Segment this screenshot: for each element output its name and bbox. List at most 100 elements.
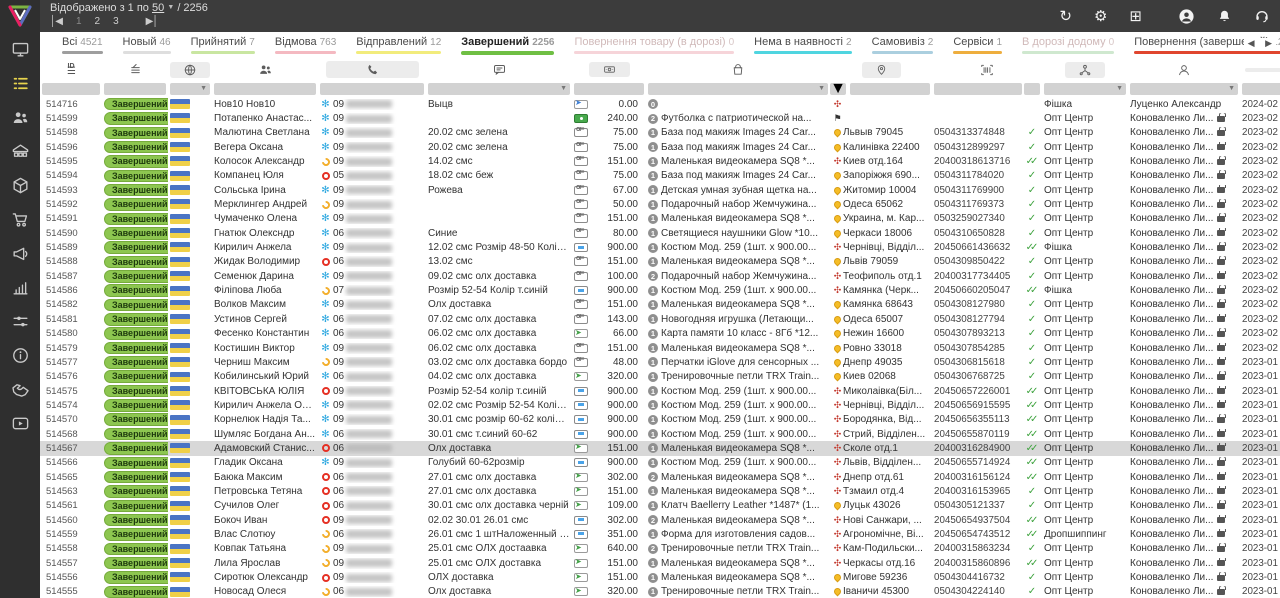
sidebar-item-marketing[interactable] xyxy=(0,236,40,270)
tab-в-дорозі-додому[interactable]: В дорозі додому0 xyxy=(1012,32,1124,54)
tab-завершений[interactable]: Завершений2256 xyxy=(451,32,564,55)
sidebar-item-tutorials[interactable] xyxy=(0,406,40,440)
table-row[interactable]: 514559 Завершений Влас Слотюу 06 26.01 с… xyxy=(40,527,1280,541)
sidebar-item-clients[interactable] xyxy=(0,100,40,134)
column-header-city[interactable] xyxy=(830,59,932,80)
column-header-id[interactable]: ID☰ xyxy=(40,59,102,80)
table-row[interactable]: 514575 Завершений КВІТОВСЬКА ЮЛІЯ 09 Роз… xyxy=(40,384,1280,398)
tab-нема-в-наявності[interactable]: Нема в наявності2 xyxy=(744,32,861,54)
sidebar-item-settings[interactable] xyxy=(0,304,40,338)
column-header-manager[interactable] xyxy=(1128,59,1240,80)
filter-city[interactable] xyxy=(850,83,930,95)
column-header-date[interactable] xyxy=(1240,59,1280,80)
table-row[interactable]: 514580 Завершений Фесенко Константин ✻ 0… xyxy=(40,327,1280,341)
tabs-scroll-arrows[interactable]: ◀ ▶ xyxy=(1244,38,1276,49)
sidebar-item-orders[interactable] xyxy=(0,66,40,100)
page-button[interactable]: 1 xyxy=(76,16,81,27)
table-row[interactable]: 514596 Завершений Вегера Оксана ✻ 09 20.… xyxy=(40,140,1280,154)
table-row[interactable]: 514561 Завершений Сучилов Олег 06 30.01 … xyxy=(40,499,1280,513)
tab-повернення-товару-в-дорозі-[interactable]: Повернення товару (в дорозі)0 xyxy=(564,32,744,54)
table-row[interactable]: 514570 Завершений Корнелюк Надія Та... ✻… xyxy=(40,413,1280,427)
page-button[interactable]: 3 xyxy=(113,16,118,27)
filter-ttn-status[interactable] xyxy=(1024,83,1040,95)
tab-новый[interactable]: Новый46 xyxy=(113,32,181,54)
table-row[interactable]: 514589 Завершений Кирилич Анжела ✻ 09 12… xyxy=(40,240,1280,254)
sidebar-item-analytics[interactable] xyxy=(0,270,40,304)
notifications-button[interactable] xyxy=(1217,8,1232,24)
column-header-ttn[interactable] xyxy=(932,59,1042,80)
table-row[interactable]: 514591 Завершений Чумаченко Олена ✻ 09 1… xyxy=(40,212,1280,226)
filter-date[interactable] xyxy=(1242,83,1280,95)
table-row[interactable]: 514593 Завершений Сольська Ірина ✻ 09 Ро… xyxy=(40,183,1280,197)
table-row[interactable]: 514716 Завершений Нов10 Нов10 ✻ 09 Выцв … xyxy=(40,97,1280,111)
filter-payment[interactable] xyxy=(574,83,644,95)
sidebar-item-partners[interactable] xyxy=(0,372,40,406)
table-row[interactable]: 514588 Завершений Жидак Володимир 06 13.… xyxy=(40,255,1280,269)
sidebar-item-products[interactable] xyxy=(0,168,40,202)
tab-прийнятий[interactable]: Прийнятий7 xyxy=(181,32,265,54)
per-page-select[interactable]: 50 xyxy=(152,2,164,14)
refresh-button[interactable]: ↻ xyxy=(1059,7,1072,25)
filter-client[interactable] xyxy=(214,83,316,95)
tab-сервіси[interactable]: Сервіси1 xyxy=(943,32,1012,54)
support-button[interactable] xyxy=(1254,8,1270,24)
table-row[interactable]: 514565 Завершений Баюка Максим 06 27.01 … xyxy=(40,470,1280,484)
page-button[interactable]: 2 xyxy=(95,16,100,27)
add-order-button[interactable]: ⊞ xyxy=(1129,7,1142,25)
tab-самовивіз[interactable]: Самовивіз2 xyxy=(862,32,944,54)
table-row[interactable]: 514599 Завершений Потапенко Анастас... ✻… xyxy=(40,111,1280,125)
filter-status[interactable] xyxy=(104,83,166,95)
table-row[interactable]: 514558 Завершений Ковпак Татьяна 09 25.0… xyxy=(40,542,1280,556)
table-row[interactable]: 514556 Завершений Сиротюк Олександр 09 О… xyxy=(40,570,1280,584)
table-row[interactable]: 514563 Завершений Петровська Тетяна 06 2… xyxy=(40,484,1280,498)
sidebar-item-dashboard[interactable] xyxy=(0,32,40,66)
table-row[interactable]: 514595 Завершений Колосок Александр 09 1… xyxy=(40,154,1280,168)
table-row[interactable]: 514568 Завершений Шумляс Богдана Ан... ✻… xyxy=(40,427,1280,441)
filter-manager[interactable]: ▼ xyxy=(1130,83,1238,95)
column-header-phone[interactable] xyxy=(318,59,426,80)
first-page-button[interactable]: │◀ xyxy=(50,16,62,27)
filter-courier[interactable]: ▼ xyxy=(830,83,846,95)
filter-product[interactable]: ▼ xyxy=(648,83,828,95)
filter-ttn[interactable] xyxy=(934,83,1022,95)
column-header-source[interactable] xyxy=(1042,59,1128,80)
settings-button[interactable]: ⚙ xyxy=(1094,7,1107,25)
table-row[interactable]: 514566 Завершений Гладик Оксана ✻ 09 Гол… xyxy=(40,456,1280,470)
filter-country[interactable]: ▼ xyxy=(170,83,210,95)
profile-button[interactable] xyxy=(1178,8,1195,25)
table-row[interactable]: 514557 Завершений Лила Ярослав 09 25.01 … xyxy=(40,556,1280,570)
table-row[interactable]: 514576 Завершений Кобилинський Юрий ✻ 06… xyxy=(40,370,1280,384)
table-row[interactable]: 514577 Завершений Черниш Максим 09 03.02… xyxy=(40,355,1280,369)
filter-phone[interactable] xyxy=(320,83,424,95)
table-row[interactable]: 514594 Завершений Компанец Юля 05 18.02 … xyxy=(40,169,1280,183)
tab-відправлений[interactable]: Відправлений12 xyxy=(346,32,451,54)
table-row[interactable]: 514567 Завершений Адамовский Станис... 0… xyxy=(40,441,1280,455)
table-row[interactable]: 514560 Завершений Бокоч Иван 09 02.02 30… xyxy=(40,513,1280,527)
sidebar-item-info[interactable] xyxy=(0,338,40,372)
column-header-client[interactable] xyxy=(212,59,318,80)
table-row[interactable]: 514598 Завершений Малютина Светлана ✻ 09… xyxy=(40,126,1280,140)
table-row[interactable]: 514579 Завершений Костишин Виктор ✻ 09 0… xyxy=(40,341,1280,355)
column-header-payment[interactable] xyxy=(572,59,646,80)
table-row[interactable]: 514582 Завершений Волков Максим ✻ 09 Олх… xyxy=(40,298,1280,312)
table-row[interactable]: 514555 Завершений Новосад Олеся 06 Олх д… xyxy=(40,585,1280,598)
table-row[interactable]: 514592 Завершений Мерклингер Андрей 09 5… xyxy=(40,197,1280,211)
sidebar-item-purchases[interactable] xyxy=(0,202,40,236)
table-row[interactable]: 514586 Завершений Філіпова Люба 07 Розмі… xyxy=(40,283,1280,297)
sidebar-item-warehouse[interactable] xyxy=(0,134,40,168)
last-page-button[interactable]: ▶│ xyxy=(146,16,158,27)
column-header-country[interactable] xyxy=(168,59,212,80)
filter-source[interactable]: ▼ xyxy=(1044,83,1126,95)
table-row[interactable]: 514590 Завершений Гнатюк Олексндр ✻ 06 С… xyxy=(40,226,1280,240)
column-header-comment[interactable] xyxy=(426,59,572,80)
column-header-status[interactable] xyxy=(102,59,168,80)
app-logo[interactable] xyxy=(0,0,40,32)
table-row[interactable]: 514581 Завершений Устинов Сергей ✻ 06 07… xyxy=(40,312,1280,326)
tab-відмова[interactable]: Відмова763 xyxy=(265,32,346,54)
filter-comment[interactable]: ▼ xyxy=(428,83,570,95)
tab-всі[interactable]: Всі4521 xyxy=(52,32,113,54)
filter-id[interactable] xyxy=(42,83,100,95)
column-header-product[interactable] xyxy=(646,59,830,80)
table-row[interactable]: 514574 Завершений Кирилич Анжела Ол... ✻… xyxy=(40,398,1280,412)
table-row[interactable]: 514587 Завершений Семенюк Дарина ✻ 09 09… xyxy=(40,269,1280,283)
